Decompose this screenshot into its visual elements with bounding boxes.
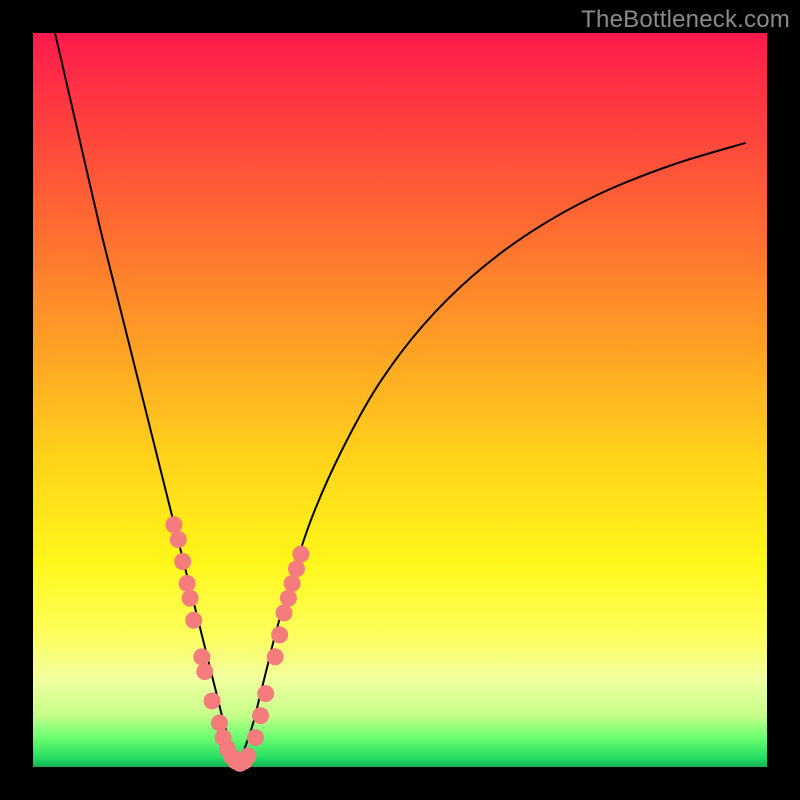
- data-marker: [193, 648, 210, 665]
- data-marker: [271, 626, 288, 643]
- curve-left-branch: [55, 33, 239, 763]
- watermark-text: TheBottleneck.com: [581, 6, 790, 34]
- data-marker: [174, 553, 191, 570]
- data-marker: [182, 590, 199, 607]
- data-marker: [252, 707, 269, 724]
- data-marker: [284, 575, 301, 592]
- curve-right-branch: [239, 143, 745, 763]
- data-marker: [288, 560, 305, 577]
- data-marker: [280, 590, 297, 607]
- data-marker: [276, 604, 293, 621]
- data-marker: [267, 648, 284, 665]
- data-marker: [257, 685, 274, 702]
- data-marker: [247, 729, 264, 746]
- chart-frame: TheBottleneck.com: [0, 0, 800, 800]
- data-marker: [179, 575, 196, 592]
- data-marker: [170, 531, 187, 548]
- data-marker: [165, 516, 182, 533]
- data-marker: [185, 612, 202, 629]
- data-marker: [211, 714, 228, 731]
- data-marker: [240, 747, 257, 764]
- marker-layer: [165, 516, 309, 772]
- chart-plot-area: [33, 33, 767, 767]
- data-marker: [204, 692, 221, 709]
- data-marker: [196, 663, 213, 680]
- curve-layer: [55, 33, 745, 763]
- chart-svg: [33, 33, 767, 767]
- data-marker: [292, 546, 309, 563]
